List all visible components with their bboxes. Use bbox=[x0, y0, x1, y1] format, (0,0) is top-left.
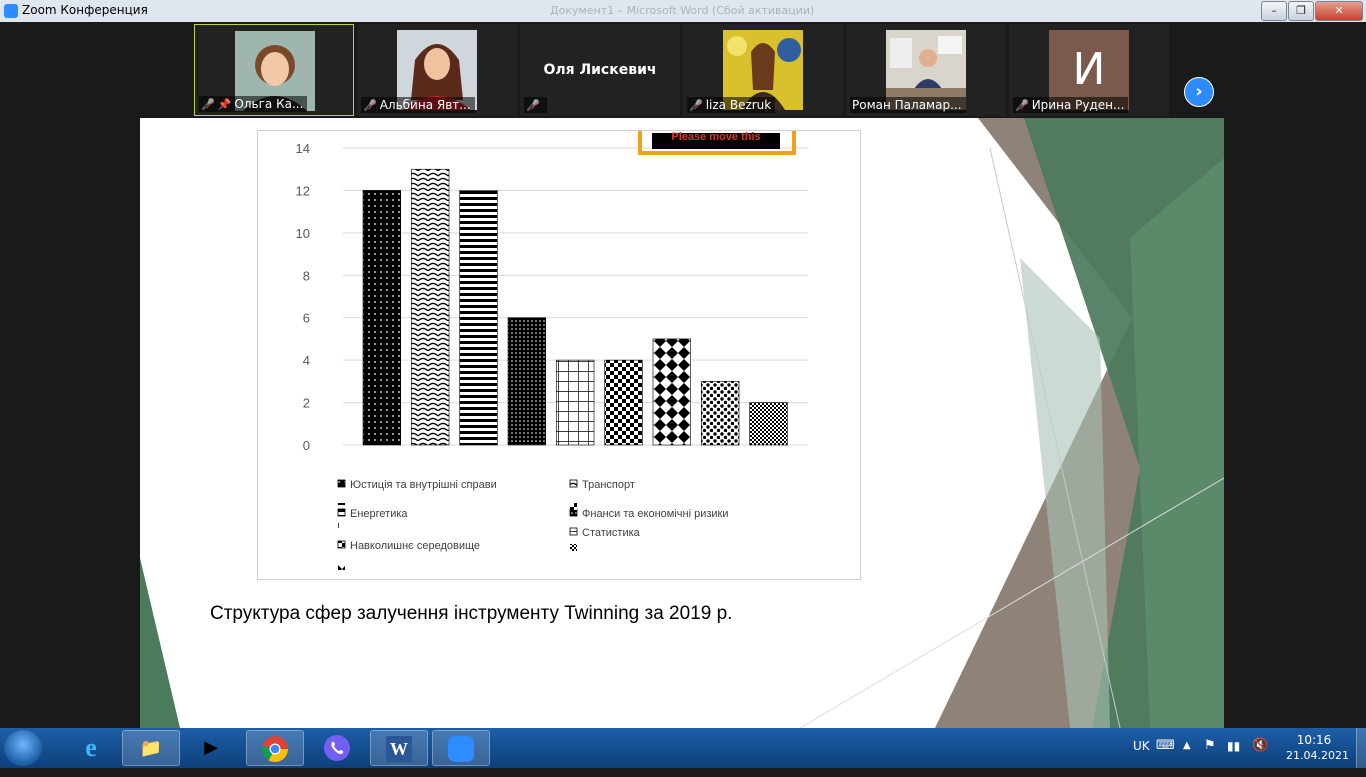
mic-muted-icon: 🎤̸ bbox=[1015, 99, 1029, 112]
participant-name: 🎤̸ bbox=[524, 97, 547, 113]
network-icon[interactable]: ▮▮ bbox=[1227, 728, 1240, 768]
keyboard-icon[interactable]: ⌨ bbox=[1156, 728, 1175, 768]
participant-name: Роман Паламар... bbox=[850, 97, 966, 113]
participant-name: 🎤̸ Ирина Руден... bbox=[1013, 97, 1129, 113]
y-tick-label: 12 bbox=[296, 183, 310, 198]
legend-swatch bbox=[337, 540, 346, 549]
legend-label: Фнанси та економічні ризики bbox=[582, 508, 729, 520]
bar bbox=[556, 359, 595, 446]
legend-swatch bbox=[338, 503, 345, 505]
legend-label: Енергетика bbox=[350, 508, 408, 520]
mic-muted-icon: 🎤̸ bbox=[526, 99, 540, 112]
window-titlebar: Zoom Конференция Документ1 – Microsoft W… bbox=[0, 0, 1366, 23]
ie-icon[interactable]: e bbox=[62, 730, 120, 766]
participant-tile[interactable]: 🎤̸ liza Bezruk bbox=[683, 24, 843, 116]
legend-swatch bbox=[570, 503, 577, 510]
mic-muted-icon: 🎤̸ bbox=[689, 99, 703, 112]
bar bbox=[604, 359, 643, 446]
overlay-bracket: Please move this bbox=[638, 131, 796, 155]
legend-swatch bbox=[569, 479, 578, 488]
taskbar: e 📁 ▶ W UK ⌨ ▲ ⚑ ▮▮ 🔇 10:16 21.04.2021 bbox=[0, 728, 1366, 768]
participant-name: 🎤̸ 📌 Ольга Ка... bbox=[199, 96, 308, 112]
start-button[interactable] bbox=[4, 730, 42, 766]
viber-icon[interactable] bbox=[308, 730, 366, 766]
bar bbox=[411, 168, 450, 446]
slide-caption: Структура сфер залучення інструменту Twi… bbox=[210, 603, 733, 624]
next-page-icon[interactable]: › bbox=[1184, 77, 1214, 107]
participant-strip: 🎤̸ 📌 Ольга Ка... 🎤̸ Альбина Явт... Оля Лиск… bbox=[0, 22, 1366, 118]
participant-display-name: Оля Лискевич bbox=[543, 62, 657, 78]
bar bbox=[362, 190, 402, 446]
maximize-button[interactable]: ❐ bbox=[1288, 1, 1314, 21]
y-tick-label: 10 bbox=[296, 226, 310, 241]
clock-date: 21.04.2021 bbox=[1286, 749, 1349, 762]
zoom-icon[interactable] bbox=[432, 730, 490, 766]
shared-slide: 0 2 4 6 8 10 12 14 Юстиція та внутрішні справи Тр… bbox=[140, 118, 1224, 728]
mic-muted-icon: 🎤̸ bbox=[363, 99, 377, 112]
bar-chart: 0 2 4 6 8 10 12 14 Юстиція та внутрішні справи Тр… bbox=[296, 131, 808, 570]
mic-muted-icon: 🎤̸ bbox=[201, 98, 215, 111]
bar bbox=[652, 338, 692, 446]
chart-container: 0 2 4 6 8 10 12 14 Юстиція та внутрішні справи Тр… bbox=[257, 130, 861, 580]
legend-swatch bbox=[570, 544, 577, 551]
window-title: Zoom Конференция bbox=[22, 3, 148, 17]
participant-tile[interactable]: И 🎤̸ Ирина Руден... bbox=[1009, 24, 1169, 116]
legend-swatch bbox=[569, 508, 578, 517]
ghost-title: Документ1 – Microsoft Word (Сбой активац… bbox=[550, 4, 815, 17]
volume-icon[interactable]: 🔇 bbox=[1252, 728, 1268, 768]
minimize-button[interactable]: – bbox=[1261, 1, 1287, 21]
language-indicator[interactable]: UK bbox=[1133, 728, 1150, 768]
clock-time: 10:16 bbox=[1296, 733, 1332, 747]
legend-swatch bbox=[338, 563, 345, 570]
legend-label: Юстиція та внутрішні справи bbox=[350, 479, 497, 491]
bar bbox=[749, 402, 788, 446]
chrome-icon[interactable] bbox=[246, 730, 304, 766]
participant-tile[interactable]: Роман Паламар... bbox=[846, 24, 1006, 116]
participant-name: 🎤̸ liza Bezruk bbox=[687, 97, 776, 113]
participant-tile[interactable]: 🎤̸ Альбина Явт... bbox=[357, 24, 517, 116]
legend-label: Статистика bbox=[582, 527, 641, 539]
y-tick-label: 8 bbox=[303, 268, 310, 283]
participant-name: 🎤̸ Альбина Явт... bbox=[361, 97, 475, 113]
bar bbox=[507, 317, 547, 446]
legend-swatch bbox=[338, 523, 345, 528]
y-tick-label: 4 bbox=[303, 353, 310, 368]
y-tick-label: 0 bbox=[303, 438, 310, 453]
y-tick-label: 2 bbox=[303, 396, 310, 411]
legend-label: Навколишнє середовище bbox=[350, 540, 480, 552]
close-button[interactable]: ✕ bbox=[1315, 1, 1363, 21]
bar bbox=[701, 381, 740, 446]
y-tick-label: 6 bbox=[303, 311, 310, 326]
explorer-icon[interactable]: 📁 bbox=[122, 730, 180, 766]
pin-icon: 📌 bbox=[217, 98, 232, 111]
y-tick-label: 14 bbox=[296, 141, 310, 156]
zoom-app-icon bbox=[4, 4, 18, 18]
legend-swatch bbox=[569, 527, 578, 536]
legend-swatch bbox=[337, 479, 346, 488]
show-desktop-button[interactable] bbox=[1356, 728, 1366, 768]
word-icon[interactable]: W bbox=[370, 730, 428, 766]
legend-swatch bbox=[337, 508, 346, 517]
clock[interactable]: 10:16 21.04.2021 bbox=[1286, 728, 1349, 768]
participant-tile[interactable]: Оля Лискевич 🎤̸ bbox=[520, 24, 680, 116]
legend-label: Транспорт bbox=[582, 479, 635, 491]
show-hidden-icons-icon[interactable]: ▲ bbox=[1183, 728, 1191, 768]
bar bbox=[459, 190, 498, 446]
action-center-icon[interactable]: ⚑ bbox=[1204, 728, 1216, 768]
overlay-text: Please move this bbox=[671, 131, 760, 143]
participant-tile[interactable]: 🎤̸ 📌 Ольга Ка... bbox=[194, 24, 354, 116]
media-player-icon[interactable]: ▶ bbox=[182, 730, 240, 766]
